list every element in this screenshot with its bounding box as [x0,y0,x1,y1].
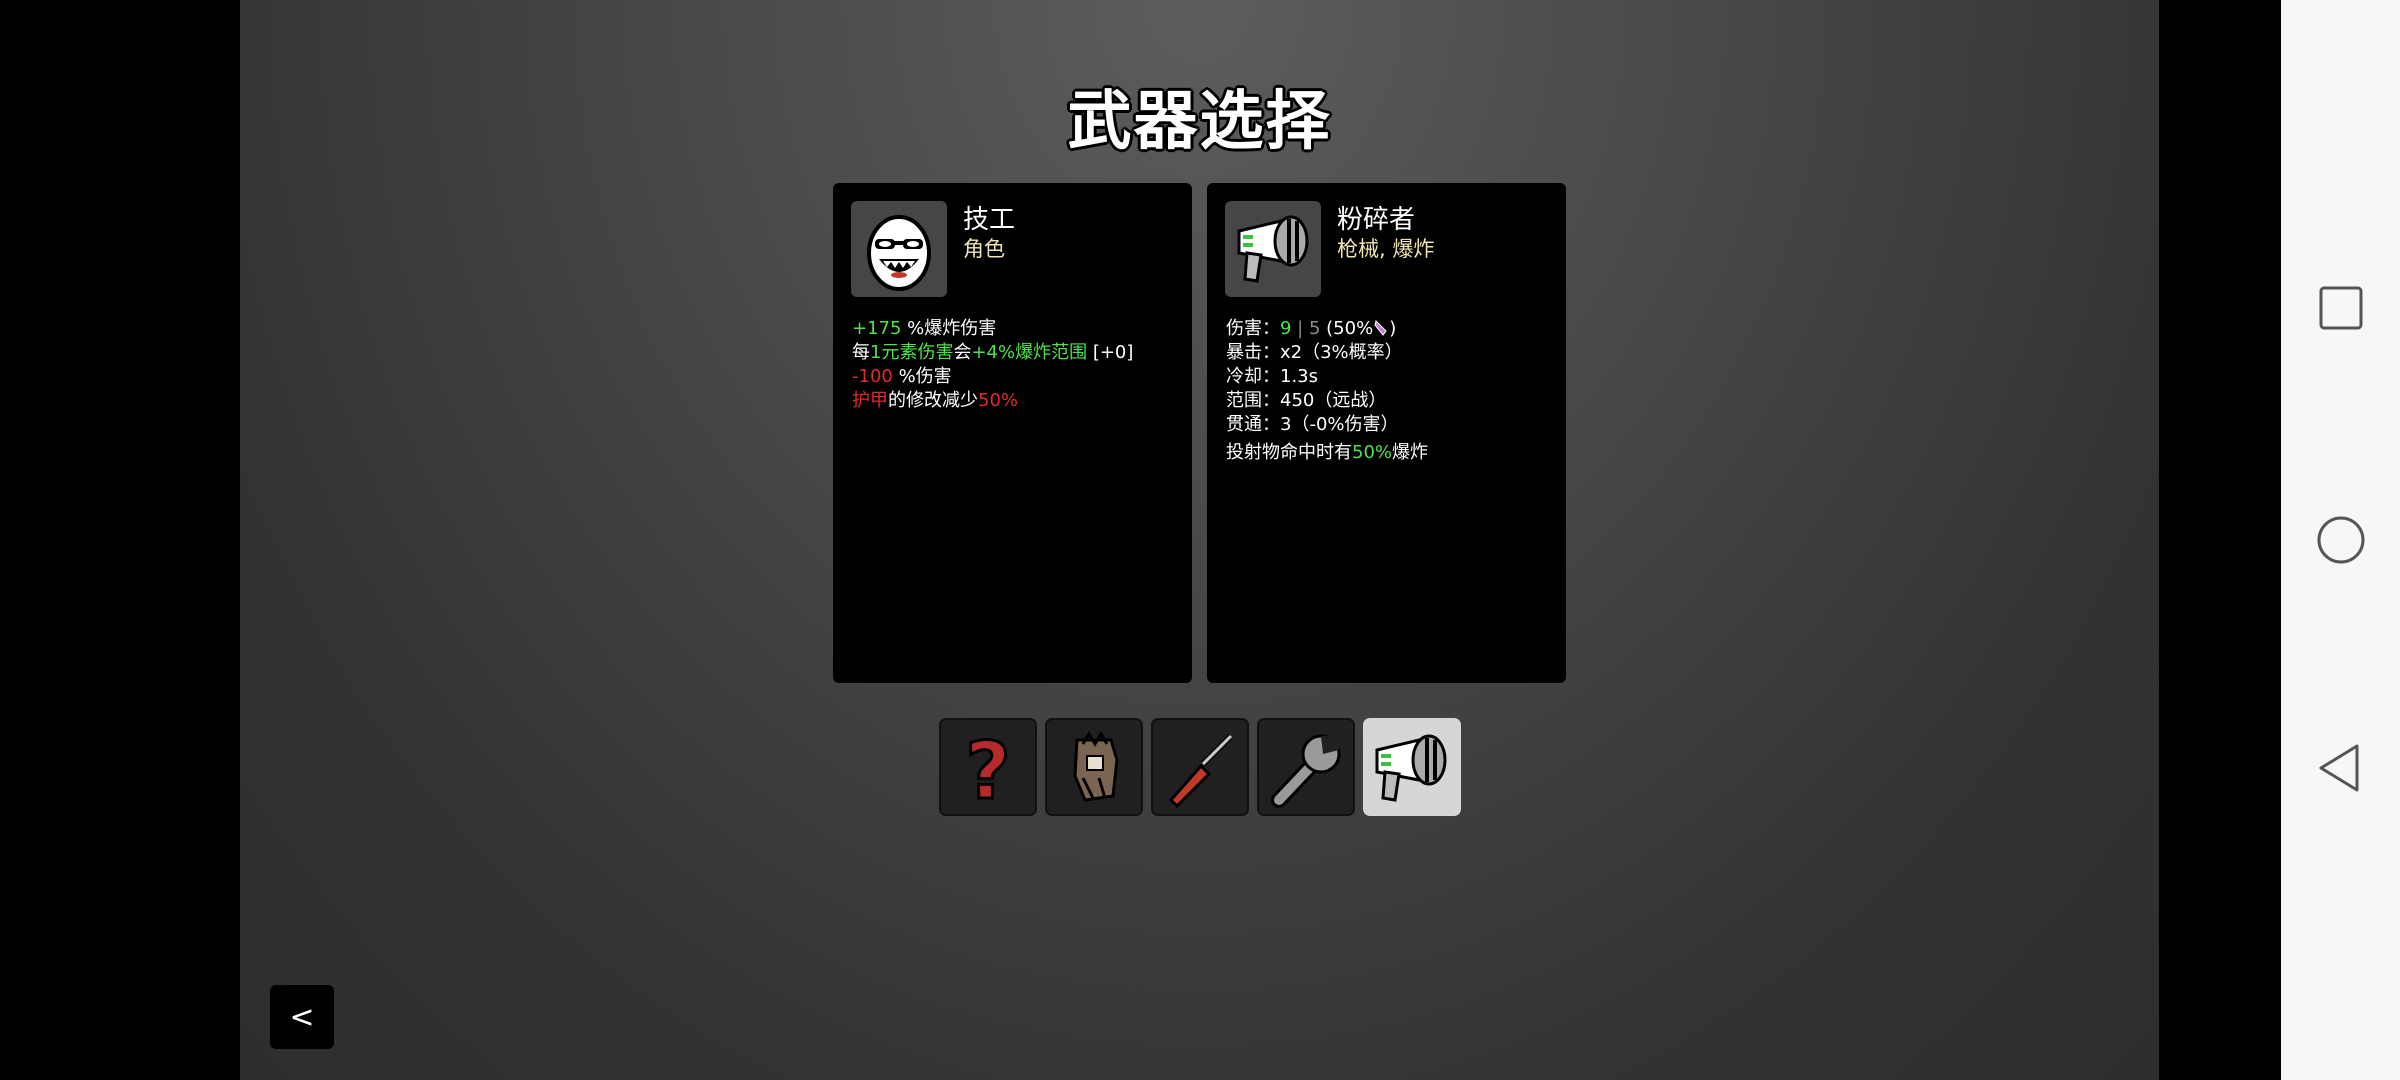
square-icon [2319,286,2363,330]
circle-icon [2317,516,2365,564]
stat-value: 50% [1352,442,1393,463]
stat-base: 5 [1308,318,1321,339]
stat-label: 范围： [1226,390,1280,411]
weapon-slot-wrench[interactable] [1257,718,1355,816]
system-back-button[interactable] [2311,738,2371,798]
screen: 武器选择 技工 角色 +175 %爆炸伤害 每1元素伤害会+4%爆炸范围 [+0… [0,0,2400,1080]
stat-line-crit: 暴击：x2（3%概率） [1226,341,1428,365]
letterbox-right [2159,0,2281,1080]
stat-value: +175 [852,318,902,339]
character-stats: +175 %爆炸伤害 每1元素伤害会+4%爆炸范围 [+0] -100 %伤害 … [852,317,1133,413]
stat-line-armor: 护甲的修改减少50% [852,389,1133,413]
elemental-damage-icon [1373,319,1389,337]
weapon-slot-crusher[interactable] [1363,718,1461,816]
weapon-slot-random[interactable]: ? [939,718,1037,816]
page-title: 武器选择 [1067,85,1332,159]
stat-value: 9 [1280,318,1292,339]
weapon-slot-screwdriver[interactable] [1151,718,1249,816]
stat-text: 爆炸 [1392,442,1429,463]
stat-line-explosion-range: 每1元素伤害会+4%爆炸范围 [+0] [852,341,1133,365]
game-view: 武器选择 技工 角色 +175 %爆炸伤害 每1元素伤害会+4%爆炸范围 [+0… [240,0,2159,1080]
stat-line-pierce: 贯通：3（-0%伤害） [1226,413,1428,437]
stat-text: 的修改减少 [888,390,978,411]
egg-character-icon [851,201,947,297]
stat-text: %爆炸伤害 [901,318,997,339]
stat-label: 冷却： [1226,366,1280,387]
stat-separator: | [1291,318,1309,339]
weapon-stats: 伤害：9 | 5 (50%) 暴击：x2（3%概率） 冷却：1.3s 范围：45… [1226,317,1428,465]
blaster-gun-icon [1225,201,1321,297]
stat-text: 会 [953,342,972,363]
stat-keyword: 护甲 [852,390,888,411]
stat-value: 1元素伤害 [870,342,954,363]
stat-value: x2（3%概率） [1280,342,1403,363]
stat-label: 暴击： [1226,342,1280,363]
home-button[interactable] [2311,510,2371,570]
stat-line-explosion-damage: +175 %爆炸伤害 [852,317,1133,341]
stat-text: [+0] [1087,342,1134,363]
hand-icon [1073,731,1119,802]
stat-text: %伤害 [892,366,952,387]
weapon-subtitle: 枪械, 爆炸 [1337,237,1435,261]
blaster-gun-icon [1375,734,1447,802]
stat-line-cooldown: 冷却：1.3s [1226,365,1428,389]
back-button[interactable]: < [270,985,334,1049]
stat-value: -100 [852,366,893,387]
letterbox-left [0,0,240,1080]
triangle-back-icon [2319,744,2359,792]
stat-line-range: 范围：450（远战） [1226,389,1428,413]
stat-label: 贯通： [1226,414,1280,435]
system-nav-bar [2281,0,2400,1080]
stat-value: 450（远战） [1280,390,1387,411]
wrench-icon [1271,734,1341,808]
question-mark-icon: ? [964,726,1012,815]
stat-line-damage: 伤害：9 | 5 (50%) [1226,317,1428,341]
svg-text:?: ? [965,727,1010,814]
stat-line-damage: -100 %伤害 [852,365,1133,389]
stat-text: 投射物命中时有 [1226,442,1352,463]
stat-label: 伤害： [1226,318,1280,339]
character-card: 技工 角色 +175 %爆炸伤害 每1元素伤害会+4%爆炸范围 [+0] -10… [833,183,1192,683]
stat-value: +4%爆炸范围 [971,342,1088,363]
stat-value: 50% [978,390,1019,411]
weapon-slot-hand[interactable] [1045,718,1143,816]
weapon-name: 粉碎者 [1337,205,1416,235]
stat-value: 1.3s [1280,366,1319,387]
stat-text: 每 [852,342,870,363]
weapon-card: 粉碎者 枪械, 爆炸 伤害：9 | 5 (50%) 暴击：x2（3%概率） 冷却… [1207,183,1566,683]
stat-scaling-close: ) [1389,318,1397,339]
stat-line-special: 投射物命中时有50%爆炸 [1226,441,1428,465]
screwdriver-icon [1168,733,1234,809]
stat-scaling: (50% [1320,318,1374,339]
character-name: 技工 [963,205,1016,235]
stat-value: 3（-0%伤害） [1280,414,1399,435]
recents-button[interactable] [2311,278,2371,338]
character-subtitle: 角色 [963,237,1005,261]
